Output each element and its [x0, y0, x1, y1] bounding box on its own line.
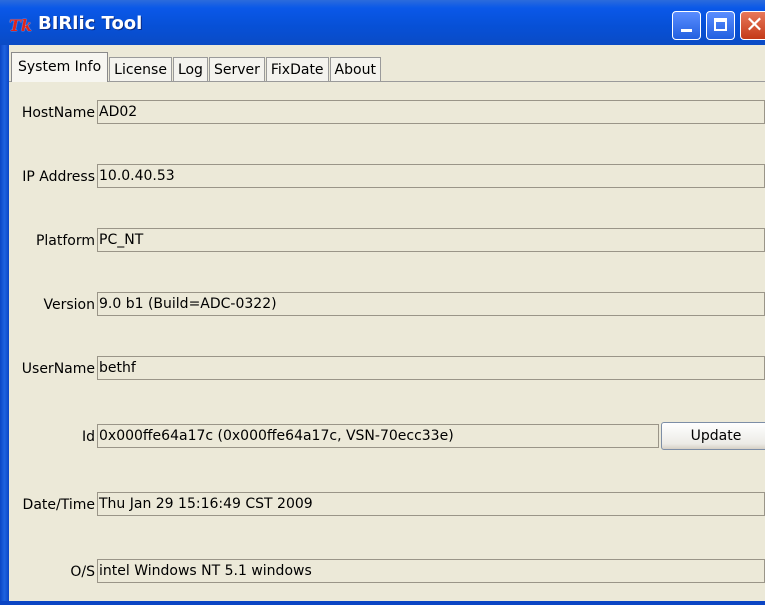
version-label: Version	[43, 297, 95, 313]
id-row: Id 0x000ffe64a17c (0x000ffe64a17c, VSN-7…	[9, 422, 765, 450]
datetime-field[interactable]: Thu Jan 29 15:16:49 CST 2009	[97, 492, 765, 516]
minimize-icon	[681, 29, 692, 32]
version-row: Version 9.0 b1 (Build=ADC-0322)	[9, 292, 765, 318]
tab-panel-border	[9, 81, 765, 82]
window-frame-left	[0, 45, 9, 605]
tab-fixdate[interactable]: FixDate	[265, 57, 329, 82]
client-area: System Info License Log Server FixDate A…	[9, 45, 765, 601]
tab-license[interactable]: License	[109, 57, 172, 82]
title-bar[interactable]: Tk BIRlic Tool ✕	[0, 0, 765, 45]
update-button[interactable]: Update	[661, 422, 765, 450]
tab-system-info[interactable]: System Info	[11, 52, 109, 82]
datetime-label: Date/Time	[22, 497, 95, 513]
id-label: Id	[81, 429, 95, 445]
id-field[interactable]: 0x000ffe64a17c (0x000ffe64a17c, VSN-70ec…	[97, 424, 659, 448]
os-label: O/S	[70, 564, 95, 580]
tab-log[interactable]: Log	[172, 57, 208, 82]
tab-server[interactable]: Server	[208, 57, 265, 82]
datetime-row: Date/Time Thu Jan 29 15:16:49 CST 2009	[9, 492, 765, 518]
version-field[interactable]: 9.0 b1 (Build=ADC-0322)	[97, 292, 765, 316]
platform-row: Platform PC_NT	[9, 228, 765, 254]
platform-label: Platform	[35, 233, 95, 249]
maximize-icon	[714, 18, 727, 31]
tab-about[interactable]: About	[329, 57, 381, 82]
username-label: UserName	[21, 361, 95, 377]
app-window: Tk BIRlic Tool ✕ System Info License Log…	[0, 0, 765, 605]
minimize-button[interactable]	[672, 11, 701, 40]
tab-bar: System Info License Log Server FixDate A…	[11, 52, 382, 82]
username-row: UserName bethf	[9, 356, 765, 382]
close-icon: ✕	[745, 13, 764, 38]
platform-field[interactable]: PC_NT	[97, 228, 765, 252]
tk-app-icon: Tk	[9, 16, 32, 35]
window-frame-bottom	[0, 601, 765, 605]
hostname-field[interactable]: AD02	[97, 100, 765, 124]
maximize-button[interactable]	[706, 11, 735, 40]
username-field[interactable]: bethf	[97, 356, 765, 380]
os-field[interactable]: intel Windows NT 5.1 windows	[97, 559, 765, 583]
ip-address-field[interactable]: 10.0.40.53	[97, 164, 765, 188]
hostname-label: HostName	[21, 105, 95, 121]
window-title: BIRlic Tool	[38, 13, 143, 34]
close-button[interactable]: ✕	[740, 11, 765, 40]
hostname-row: HostName AD02	[9, 100, 765, 126]
ip-address-label: IP Address	[22, 169, 95, 185]
ip-address-row: IP Address 10.0.40.53	[9, 164, 765, 190]
os-row: O/S intel Windows NT 5.1 windows	[9, 559, 765, 585]
